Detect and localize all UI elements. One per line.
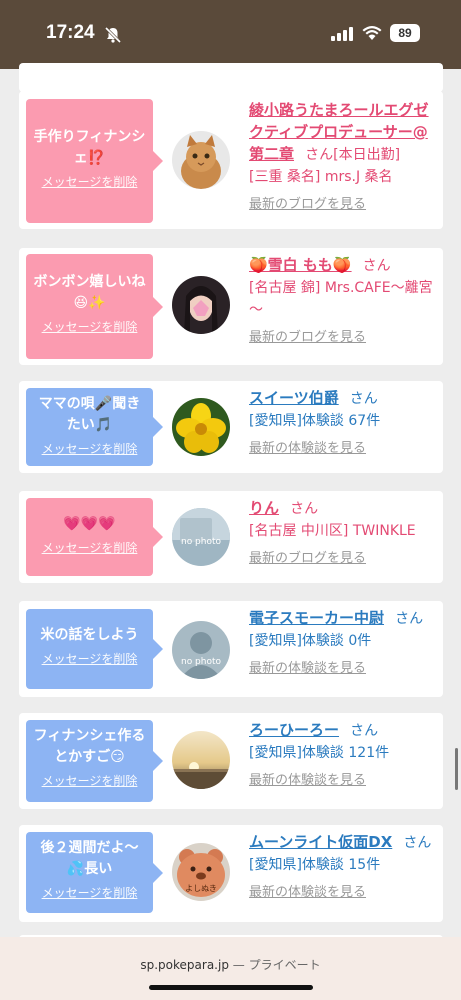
- delete-message-link[interactable]: メッセージを削除: [42, 772, 138, 789]
- list-item: ママの唄🎤聞きたい🎵 メッセージを削除 スイーツ伯爵 さん [愛知県]体験談 6…: [19, 381, 443, 473]
- honorific: さん: [350, 723, 379, 739]
- profile-info: スイーツ伯爵 さん [愛知県]体験談 67件 最新の体験談を見る: [249, 387, 439, 460]
- delete-message-link[interactable]: メッセージを削除: [42, 650, 138, 667]
- list-item: 💗💗💗 メッセージを削除 no photo りん さん [名古屋 中川区] TW…: [19, 491, 443, 583]
- battery-indicator: 89: [390, 24, 420, 42]
- honorific: さん: [403, 835, 432, 851]
- wifi-icon: [362, 26, 382, 40]
- message-bubble: 米の話をしよう メッセージを削除: [26, 609, 163, 689]
- message-text: 💗💗💗: [63, 516, 116, 532]
- message-text: 米の話をしよう: [40, 627, 139, 643]
- avatar-caption: よしぬき: [185, 884, 217, 893]
- list-item: フィナンシェ作るとかすご😏 メッセージを削除 ろーひーろー さん [愛知県]体験…: [19, 713, 443, 809]
- delete-message-link[interactable]: メッセージを削除: [42, 884, 138, 901]
- honorific: さん: [362, 258, 391, 274]
- profile-name-link[interactable]: ろーひーろー: [249, 721, 339, 739]
- profile-name-link[interactable]: 🍑雪白 もも🍑: [249, 256, 352, 274]
- profile-name-link[interactable]: スイーツ伯爵: [249, 389, 339, 407]
- home-indicator[interactable]: [149, 985, 313, 990]
- latest-blog-link[interactable]: 最新のブログを見る: [249, 548, 439, 570]
- profile-name-link[interactable]: りん: [249, 499, 279, 517]
- list-item: 後２週間だよ〜💦長い メッセージを削除 よしぬき ムーンライト仮面DX さん […: [19, 825, 443, 922]
- avatar-placeholder-text: no photo: [181, 537, 222, 547]
- honorific: さん: [395, 611, 424, 627]
- avatar[interactable]: no photo: [172, 508, 230, 566]
- latest-blog-link[interactable]: 最新のブログを見る: [249, 327, 439, 349]
- avatar[interactable]: [172, 398, 230, 456]
- scrollbar[interactable]: [455, 748, 458, 790]
- latest-review-link[interactable]: 最新の体験談を見る: [249, 658, 439, 680]
- browser-bottom-bar: sp.pokepara.jp — プライベート: [0, 937, 461, 1000]
- latest-review-link[interactable]: 最新の体験談を見る: [249, 770, 439, 792]
- shop-detail: [三重 桑名] mrs.J 桑名: [249, 169, 393, 185]
- honorific: さん: [290, 501, 319, 517]
- review-count: [愛知県]体験談 121件: [249, 745, 390, 761]
- profile-info: 🍑雪白 もも🍑 さん [名古屋 錦] Mrs.CAFE～離宮～ 最新のブログを見…: [249, 254, 439, 349]
- honorific: さん: [305, 147, 334, 163]
- delete-message-link[interactable]: メッセージを削除: [42, 318, 138, 335]
- latest-review-link[interactable]: 最新の体験談を見る: [249, 882, 439, 904]
- work-status: [本日出勤]: [333, 147, 401, 163]
- honorific: さん: [349, 391, 378, 407]
- message-bubble: 手作りフィナンシェ⁉️ メッセージを削除: [26, 99, 163, 223]
- review-count: [愛知県]体験談 15件: [249, 857, 381, 873]
- avatar[interactable]: [172, 731, 230, 789]
- message-text: 後２週間だよ〜💦長い: [40, 840, 139, 877]
- message-text: ボンボン嬉しいね😆✨: [33, 274, 146, 311]
- url-text: sp.pokepara.jp: [140, 958, 229, 972]
- list-item: ボンボン嬉しいね😆✨ メッセージを削除 🍑雪白 もも🍑 さん [名古屋 錦] M…: [19, 248, 443, 365]
- latest-review-link[interactable]: 最新の体験談を見る: [249, 438, 439, 460]
- profile-info: 電子スモーカー中尉 さん [愛知県]体験談 0件 最新の体験談を見る: [249, 607, 439, 680]
- delete-message-link[interactable]: メッセージを削除: [42, 440, 138, 457]
- review-count: [愛知県]体験談 67件: [249, 413, 381, 429]
- message-text: フィナンシェ作るとかすご😏: [33, 728, 146, 765]
- review-count: [愛知県]体験談 0件: [249, 633, 372, 649]
- list-item-partial: [19, 63, 443, 92]
- avatar-placeholder-text: no photo: [181, 657, 222, 667]
- message-bubble: ボンボン嬉しいね😆✨ メッセージを削除: [26, 254, 163, 359]
- profile-info: りん さん [名古屋 中川区] TWINKLE 最新のブログを見る: [249, 497, 439, 570]
- url-separator: —: [232, 958, 245, 972]
- bell-muted-icon: [104, 26, 122, 44]
- profile-info: ムーンライト仮面DX さん [愛知県]体験談 15件 最新の体験談を見る: [249, 831, 439, 904]
- profile-name-link[interactable]: 電子スモーカー中尉: [249, 609, 384, 627]
- status-time: 17:24: [46, 22, 95, 43]
- avatar[interactable]: [172, 131, 230, 189]
- shop-detail: [名古屋 中川区] TWINKLE: [249, 523, 416, 539]
- status-bar: 17:24 89: [0, 0, 461, 69]
- message-bubble: ママの唄🎤聞きたい🎵 メッセージを削除: [26, 388, 163, 466]
- message-text: 手作りフィナンシェ⁉️: [33, 129, 146, 166]
- list-item: 米の話をしよう メッセージを削除 no photo 電子スモーカー中尉 さん […: [19, 601, 443, 697]
- profile-info: ろーひーろー さん [愛知県]体験談 121件 最新の体験談を見る: [249, 719, 439, 792]
- avatar[interactable]: no photo: [172, 621, 230, 679]
- profile-info: 綾小路うたまろールエグゼクティブプロデューサー@第二章 さん[本日出勤] [三重…: [249, 99, 439, 216]
- avatar[interactable]: よしぬき: [172, 843, 230, 901]
- address-bar[interactable]: sp.pokepara.jp — プライベート: [0, 956, 461, 973]
- message-text: ママの唄🎤聞きたい🎵: [38, 396, 141, 433]
- list-item: 手作りフィナンシェ⁉️ メッセージを削除 綾小路うたまろールエグゼクティブプロデ…: [19, 91, 443, 229]
- latest-blog-link[interactable]: 最新のブログを見る: [249, 194, 439, 216]
- signal-icon: [331, 27, 353, 41]
- private-mode-label: プライベート: [248, 958, 321, 972]
- delete-message-link[interactable]: メッセージを削除: [42, 539, 138, 556]
- avatar[interactable]: [172, 276, 230, 334]
- delete-message-link[interactable]: メッセージを削除: [42, 173, 138, 190]
- profile-name-link[interactable]: ムーンライト仮面DX: [249, 833, 392, 851]
- message-bubble: 💗💗💗 メッセージを削除: [26, 498, 163, 576]
- shop-detail: [名古屋 錦] Mrs.CAFE～離宮～: [249, 280, 433, 318]
- message-bubble: 後２週間だよ〜💦長い メッセージを削除: [26, 832, 163, 913]
- message-bubble: フィナンシェ作るとかすご😏 メッセージを削除: [26, 720, 163, 802]
